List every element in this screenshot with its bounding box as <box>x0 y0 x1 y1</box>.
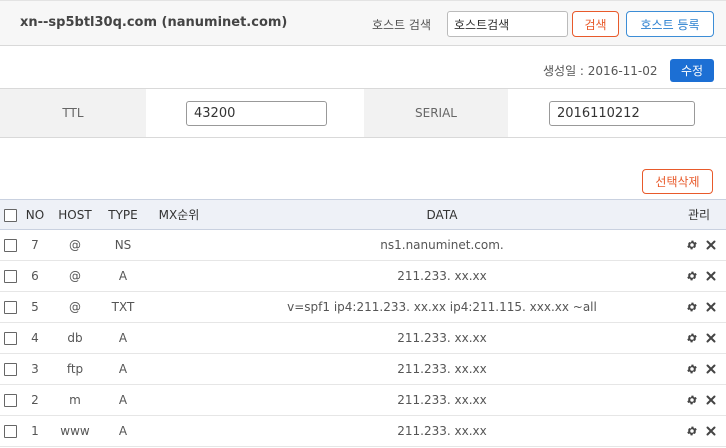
gear-icon[interactable] <box>686 239 698 251</box>
cell-host: ftp <box>66 362 84 376</box>
row-actions <box>686 323 720 353</box>
cell-data: 211.233. xx.xx <box>397 269 487 283</box>
gear-icon[interactable] <box>686 425 698 437</box>
cell-type: A <box>118 362 128 376</box>
cell-mx <box>148 292 210 322</box>
ttl-label: TTL <box>0 89 146 137</box>
cell-type: A <box>118 393 128 407</box>
row-checkbox[interactable] <box>4 270 17 283</box>
cell-data: 211.233. xx.xx <box>397 331 487 345</box>
serial-input[interactable] <box>549 101 695 126</box>
table-row: 6 @ A 211.233. xx.xx <box>0 261 726 292</box>
cell-data: 211.233. xx.xx <box>397 393 487 407</box>
cell-data: 211.233. xx.xx <box>397 424 487 438</box>
cell-host: m <box>69 393 81 407</box>
row-checkbox[interactable] <box>4 425 17 438</box>
table-row: 1 www A 211.233. xx.xx <box>0 416 726 447</box>
cell-no: 6 <box>31 269 39 283</box>
table-row: 3 ftp A 211.233. xx.xx <box>0 354 726 385</box>
header-type: TYPE <box>108 208 138 222</box>
cell-type: A <box>118 269 128 283</box>
search-button[interactable]: 검색 <box>572 11 619 37</box>
host-search-label: 호스트 검색 <box>372 18 432 32</box>
close-icon[interactable] <box>705 332 717 344</box>
cell-type: A <box>118 331 128 345</box>
header-bar: xn--sp5btl30q.com (nanuminet.com) 호스트 검색… <box>0 0 726 46</box>
table-row: 4 db A 211.233. xx.xx <box>0 323 726 354</box>
domain-title: xn--sp5btl30q.com (nanuminet.com) <box>20 15 288 30</box>
cell-no: 7 <box>31 238 39 252</box>
row-checkbox[interactable] <box>4 301 17 314</box>
header-host: HOST <box>58 208 92 222</box>
cell-host: @ <box>69 238 81 252</box>
select-all-checkbox[interactable] <box>4 209 17 222</box>
cell-mx <box>148 323 210 353</box>
header-manage: 관리 <box>687 208 711 222</box>
close-icon[interactable] <box>705 363 717 375</box>
gear-icon[interactable] <box>686 363 698 375</box>
cell-mx <box>148 416 210 446</box>
close-icon[interactable] <box>705 301 717 313</box>
cell-mx <box>148 261 210 291</box>
row-actions <box>686 354 720 384</box>
cell-no: 4 <box>31 331 39 345</box>
row-actions <box>686 292 720 322</box>
table-row: 2 m A 211.233. xx.xx <box>0 385 726 416</box>
cell-type: NS <box>114 238 132 252</box>
cell-mx <box>148 354 210 384</box>
ttl-cell <box>146 89 364 137</box>
cell-host: @ <box>69 300 81 314</box>
row-actions <box>686 416 720 446</box>
table-row: 7 @ NS ns1.nanuminet.com. <box>0 230 726 261</box>
cell-no: 3 <box>31 362 39 376</box>
serial-cell <box>508 89 726 137</box>
gear-icon[interactable] <box>686 301 698 313</box>
cell-host: db <box>67 331 83 345</box>
cell-host: @ <box>69 269 81 283</box>
cell-data: v=spf1 ip4:211.233. xx.xx ip4:211.115. x… <box>287 300 597 314</box>
cell-mx <box>148 230 210 260</box>
close-icon[interactable] <box>705 239 717 251</box>
close-icon[interactable] <box>705 394 717 406</box>
cell-no: 1 <box>31 424 39 438</box>
serial-label: SERIAL <box>364 89 508 137</box>
row-checkbox[interactable] <box>4 239 17 252</box>
gear-icon[interactable] <box>686 332 698 344</box>
header-data: DATA <box>426 208 458 222</box>
row-actions <box>686 385 720 415</box>
row-checkbox[interactable] <box>4 363 17 376</box>
cell-mx <box>148 385 210 415</box>
table-row: 5 @ TXT v=spf1 ip4:211.233. xx.xx ip4:211.1… <box>0 292 726 323</box>
ttl-input[interactable] <box>186 101 327 126</box>
edit-button[interactable]: 수정 <box>670 59 714 82</box>
close-icon[interactable] <box>705 425 717 437</box>
host-search-input[interactable] <box>447 11 568 37</box>
header-mx: MX순위 <box>158 208 200 222</box>
cell-type: TXT <box>111 300 135 314</box>
close-icon[interactable] <box>705 270 717 282</box>
cell-no: 2 <box>31 393 39 407</box>
cell-type: A <box>118 424 128 438</box>
soa-settings: TTL SERIAL <box>0 88 726 138</box>
row-actions <box>686 230 720 260</box>
cell-no: 5 <box>31 300 39 314</box>
cell-data: ns1.nanuminet.com. <box>380 238 504 252</box>
table-header: NO HOST TYPE MX순위 DATA 관리 <box>0 199 726 230</box>
header-no: NO <box>25 208 45 222</box>
row-checkbox[interactable] <box>4 332 17 345</box>
add-host-button[interactable]: 호스트 등록 <box>626 11 714 37</box>
gear-icon[interactable] <box>686 394 698 406</box>
created-date: 생성일 : 2016-11-02 <box>543 64 658 78</box>
cell-data: 211.233. xx.xx <box>397 362 487 376</box>
row-actions <box>686 261 720 291</box>
gear-icon[interactable] <box>686 270 698 282</box>
delete-selected-button[interactable]: 선택삭제 <box>642 169 713 194</box>
cell-host: www <box>60 424 90 438</box>
row-checkbox[interactable] <box>4 394 17 407</box>
